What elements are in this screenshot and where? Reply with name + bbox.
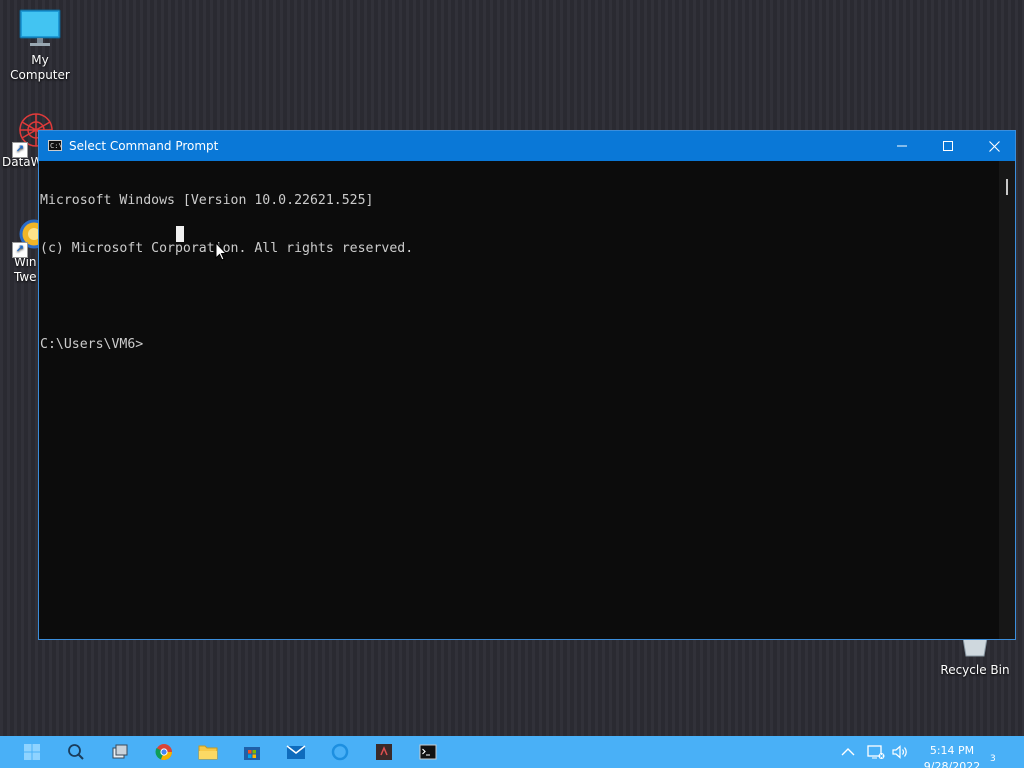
shortcut-arrow-icon: ↗: [12, 242, 28, 258]
task-view-button[interactable]: [110, 742, 130, 762]
network-button[interactable]: [866, 742, 886, 762]
notification-count-badge[interactable]: 3: [990, 754, 996, 764]
speaker-icon: [892, 745, 907, 759]
volume-button[interactable]: [890, 742, 910, 762]
file-explorer-taskbar-button[interactable]: [198, 742, 218, 762]
cortana-icon: [331, 743, 349, 761]
store-taskbar-button[interactable]: [242, 742, 262, 762]
console-prompt: C:\Users\VM6>: [40, 337, 144, 352]
close-icon: [988, 140, 1000, 152]
console-line: (c) Microsoft Corporation. All rights re…: [40, 241, 414, 256]
app-icon: [376, 744, 392, 760]
scrollbar-thumb[interactable]: [1006, 179, 1008, 195]
desktop-icon-label: My Computer: [10, 53, 70, 82]
folder-icon: [198, 745, 218, 760]
clock-time[interactable]: 5:14 PM: [918, 744, 986, 757]
minimize-icon: [897, 145, 907, 147]
title-bar[interactable]: C:\ Select Command Prompt: [39, 131, 1015, 161]
desktop-icon-my-computer[interactable]: My Computer: [0, 8, 80, 83]
close-button[interactable]: [971, 131, 1017, 161]
chrome-taskbar-button[interactable]: [154, 742, 174, 762]
terminal-icon: [419, 744, 437, 760]
command-prompt-window[interactable]: C:\ Select Command Prompt Microsoft Wind…: [38, 130, 1016, 640]
windows-logo-icon: [24, 744, 40, 760]
chevron-up-icon: [841, 748, 855, 756]
command-prompt-taskbar-button[interactable]: [418, 742, 438, 762]
console-output[interactable]: Microsoft Windows [Version 10.0.22621.52…: [39, 161, 1000, 639]
command-prompt-icon: C:\: [48, 140, 63, 151]
show-hidden-icons-button[interactable]: [838, 742, 858, 762]
desktop: My Computer ↗ DataW ↗ Win Twe Recycle Bi…: [0, 0, 1024, 768]
console-line: Microsoft Windows [Version 10.0.22621.52…: [40, 193, 374, 208]
mouse-pointer-icon: [215, 241, 229, 266]
cortana-taskbar-button[interactable]: [330, 742, 350, 762]
network-icon: [867, 745, 885, 759]
mail-icon: [286, 745, 306, 759]
minimize-button[interactable]: [879, 131, 925, 161]
desktop-icon-label: Recycle Bin: [940, 663, 1010, 677]
search-icon: [68, 744, 84, 760]
chrome-icon: [155, 744, 172, 760]
text-cursor: [176, 226, 184, 242]
vertical-scrollbar[interactable]: [999, 161, 1015, 639]
search-button[interactable]: [66, 742, 86, 762]
start-button[interactable]: [22, 742, 42, 762]
shortcut-arrow-icon: ↗: [12, 142, 28, 158]
store-icon: [244, 747, 260, 760]
window-title: Select Command Prompt: [69, 139, 219, 153]
monitor-icon: [18, 8, 62, 51]
app-taskbar-button[interactable]: [374, 742, 394, 762]
mail-taskbar-button[interactable]: [286, 742, 306, 762]
task-view-icon: [112, 744, 128, 759]
clock-date[interactable]: 9/28/2022: [918, 760, 986, 768]
taskbar: 5:14 PM 9/28/2022 3: [0, 736, 1024, 768]
maximize-icon: [943, 141, 953, 151]
maximize-button[interactable]: [925, 131, 971, 161]
